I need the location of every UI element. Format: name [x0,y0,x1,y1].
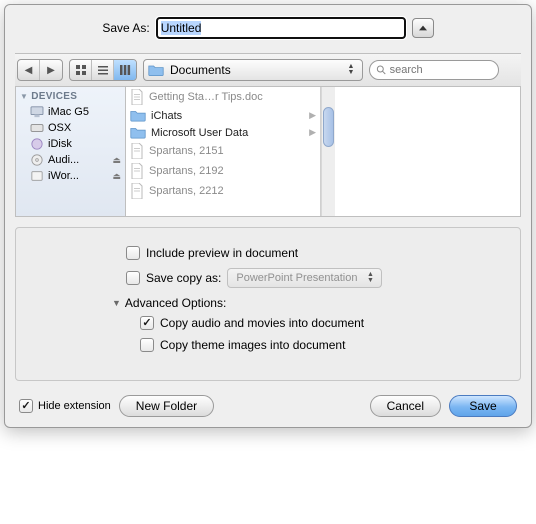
list-view-button[interactable] [92,60,114,80]
advanced-options-disclosure[interactable]: ▼ Advanced Options: [112,296,510,310]
disclosure-triangle-icon: ▼ [112,298,121,308]
sidebar-section-devices[interactable]: ▼ DEVICES [16,87,125,104]
format-popup[interactable]: PowerPoint Presentation ▲▼ [227,268,382,288]
folder-icon [148,63,164,77]
save-options-panel: Include preview in document Save copy as… [15,227,521,381]
sidebar-item-iwork[interactable]: iWor... ⏏ [16,168,125,184]
column-scrollbar[interactable] [321,87,335,216]
file-browser: ▼ DEVICES iMac G5 OSX iDisk Audi... ⏏ [15,87,521,217]
include-preview-checkbox[interactable] [126,246,140,260]
column-1: Getting Sta…r Tips.doc iChats ▶ Microsof… [126,87,321,216]
icon-view-button[interactable] [70,60,92,80]
list-item[interactable]: iChats ▶ [126,107,320,124]
browser-toolbar: ◀ ▶ Documents ▲▼ [15,53,521,87]
save-copy-checkbox[interactable] [126,271,140,285]
sidebar-item-audio-cd[interactable]: Audi... ⏏ [16,152,125,168]
collapse-expand-button[interactable] [412,18,434,38]
hide-extension-checkbox[interactable] [19,399,33,413]
list-item[interactable]: Microsoft User Data ▶ [126,124,320,141]
disk-image-icon [30,170,44,182]
document-icon [130,89,144,105]
list-item[interactable]: Getting Sta…r Tips.doc [126,87,320,107]
copy-media-label: Copy audio and movies into document [160,316,364,330]
column-view-button[interactable] [114,60,136,80]
cancel-button[interactable]: Cancel [370,395,441,417]
new-folder-button[interactable]: New Folder [119,395,214,417]
hdd-icon [30,122,44,134]
folder-icon [130,109,146,122]
computer-icon [30,106,44,118]
sidebar-item-idisk[interactable]: iDisk [16,136,125,152]
copy-media-checkbox[interactable] [140,316,154,330]
view-segment [69,59,137,81]
search-field[interactable] [369,60,499,80]
save-button[interactable]: Save [449,395,517,417]
sidebar: ▼ DEVICES iMac G5 OSX iDisk Audi... ⏏ [16,87,126,216]
sidebar-item-osx[interactable]: OSX [16,120,125,136]
include-preview-label: Include preview in document [146,246,298,260]
path-label: Documents [170,63,344,77]
document-icon [130,143,144,159]
chevron-right-icon: ▶ [309,110,316,121]
folder-icon [130,126,146,139]
list-item[interactable]: Spartans, 2212 [126,181,320,201]
search-input[interactable] [390,64,492,76]
hide-extension-label: Hide extension [38,400,111,412]
copy-theme-checkbox[interactable] [140,338,154,352]
chevron-right-icon: ▶ [309,127,316,138]
eject-icon[interactable]: ⏏ [112,155,121,166]
nav-segment: ◀ ▶ [17,59,63,81]
bottom-bar: Hide extension New Folder Cancel Save [15,395,521,417]
save-as-label: Save As: [102,21,149,35]
popup-arrows-icon: ▲▼ [344,64,358,76]
chevron-up-icon [419,25,427,31]
cd-icon [30,154,44,166]
copy-theme-label: Copy theme images into document [160,338,345,352]
forward-button[interactable]: ▶ [40,60,62,80]
save-as-input[interactable] [156,17,406,39]
scroll-thumb[interactable] [323,107,334,147]
back-button[interactable]: ◀ [18,60,40,80]
eject-icon[interactable]: ⏏ [112,171,121,182]
save-copy-label: Save copy as: [146,271,221,285]
search-icon [376,64,387,76]
list-item[interactable]: Spartans, 2151 [126,141,320,161]
popup-arrows-icon: ▲▼ [363,272,377,284]
disclosure-triangle-icon: ▼ [20,92,28,101]
path-popup[interactable]: Documents ▲▼ [143,59,363,81]
list-item[interactable]: Spartans, 2192 [126,161,320,181]
document-icon [130,183,144,199]
column-2 [335,87,520,216]
idisk-icon [30,138,44,150]
document-icon [130,163,144,179]
sidebar-item-imac[interactable]: iMac G5 [16,104,125,120]
